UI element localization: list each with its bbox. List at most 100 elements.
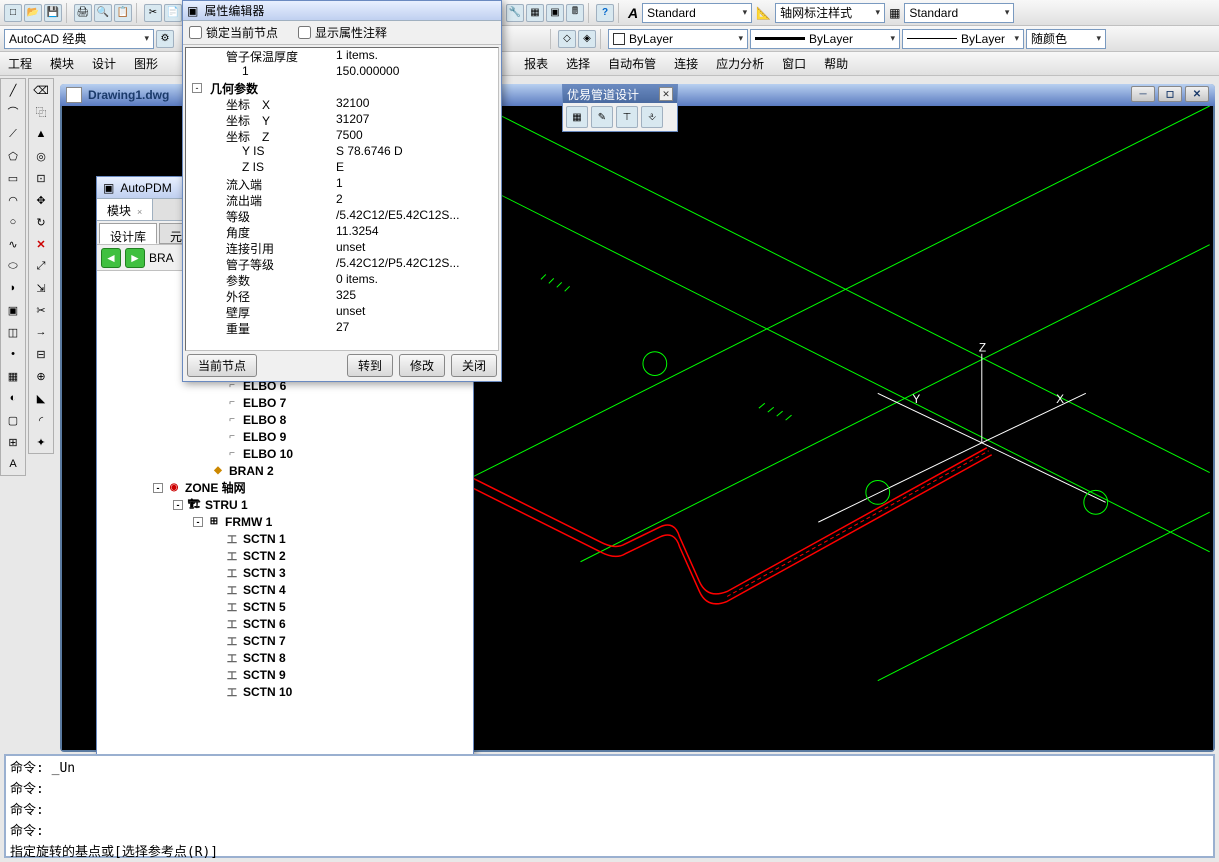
ellarc-tool[interactable]: ◗ — [1, 277, 25, 299]
explode-tool[interactable]: ✦ — [29, 431, 53, 453]
extend-tool[interactable]: → — [29, 321, 53, 343]
menu-graphic[interactable]: 图形 — [134, 55, 158, 72]
prop-titlebar[interactable]: ▣ 属性编辑器 — [183, 1, 501, 21]
prop-value[interactable]: 31207 — [336, 112, 498, 128]
modify-button[interactable]: 修改 — [399, 354, 445, 377]
copy-tool[interactable]: ⿻ — [29, 101, 53, 123]
pline-tool[interactable]: ⟋ — [1, 123, 25, 145]
arc2-tool[interactable]: ◠ — [1, 189, 25, 211]
prop-value[interactable]: 27 — [336, 320, 498, 336]
tree-toggle[interactable]: - — [193, 517, 203, 527]
tree-item[interactable]: ELBO 8 — [243, 413, 286, 427]
hatch-tool[interactable]: ▦ — [1, 365, 25, 387]
menu-help[interactable]: 帮助 — [824, 55, 848, 72]
offset-tool[interactable]: ◎ — [29, 145, 53, 167]
menu-report[interactable]: 报表 — [524, 55, 548, 72]
polygon-tool[interactable]: ⬠ — [1, 145, 25, 167]
grad-tool[interactable]: ◐ — [1, 387, 25, 409]
minimize-button[interactable]: ─ — [1131, 86, 1155, 102]
scale-tool[interactable]: ⤢ — [29, 255, 53, 277]
tree-item[interactable]: SCTN 4 — [243, 583, 286, 597]
plot-icon[interactable]: 📋 — [114, 4, 132, 22]
subtab-design-lib[interactable]: 设计库 — [99, 223, 157, 244]
float-toolbar-title[interactable]: 优易管道设计 ✕ — [563, 85, 677, 103]
float-close-button[interactable]: ✕ — [659, 87, 673, 101]
pipe-tool-4[interactable]: ⎀ — [641, 106, 663, 128]
menu-select[interactable]: 选择 — [566, 55, 590, 72]
array-tool[interactable]: ⊡ — [29, 167, 53, 189]
pipe-tool-1[interactable]: ▦ — [566, 106, 588, 128]
move-tool[interactable]: ✥ — [29, 189, 53, 211]
tree-item[interactable]: ELBO 10 — [243, 447, 293, 461]
prop-value[interactable]: unset — [336, 304, 498, 320]
delete-tool[interactable]: ✕ — [29, 233, 53, 255]
menu-design[interactable]: 设计 — [92, 55, 116, 72]
help-icon[interactable]: ? — [596, 4, 614, 22]
prop-value[interactable]: 11.3254 — [336, 224, 498, 240]
autopdm-tab-module[interactable]: 模块× — [97, 199, 153, 220]
close-button[interactable]: ✕ — [1185, 86, 1209, 102]
layers-icon[interactable]: ◇ — [558, 30, 576, 48]
prop-group-toggle[interactable]: - — [192, 83, 202, 93]
rect-tool[interactable]: ▭ — [1, 167, 25, 189]
tree-item[interactable]: ELBO 7 — [243, 396, 286, 410]
layer-color-dropdown[interactable]: ByLayer — [608, 29, 748, 49]
tree-item[interactable]: SCTN 1 — [243, 532, 286, 546]
stretch-tool[interactable]: ⇲ — [29, 277, 53, 299]
layers2-icon[interactable]: ◈ — [578, 30, 596, 48]
prop-value[interactable]: unset — [336, 240, 498, 256]
prop-value[interactable]: 325 — [336, 288, 498, 304]
dim-style-dropdown[interactable]: 轴网标注样式 — [775, 3, 885, 23]
prop-value[interactable]: S 78.6746 D — [336, 144, 498, 160]
prop-value[interactable]: 2 — [336, 192, 498, 208]
save-icon[interactable]: 💾 — [44, 4, 62, 22]
menu-connect[interactable]: 连接 — [674, 55, 698, 72]
fillet-tool[interactable]: ◜ — [29, 409, 53, 431]
menu-window[interactable]: 窗口 — [782, 55, 806, 72]
circle-tool[interactable]: ○ — [1, 211, 25, 233]
prop-value[interactable]: E — [336, 160, 498, 176]
join-tool[interactable]: ⊕ — [29, 365, 53, 387]
tree-item[interactable]: SCTN 2 — [243, 549, 286, 563]
prop-value[interactable]: 32100 — [336, 96, 498, 112]
block-icon[interactable]: ▣ — [546, 4, 564, 22]
new-icon[interactable]: □ — [4, 4, 22, 22]
menu-autopipe[interactable]: 自动布管 — [608, 55, 656, 72]
tree-item[interactable]: SCTN 9 — [243, 668, 286, 682]
tree-zone[interactable]: ZONE 轴网 — [185, 479, 246, 496]
prop-value[interactable]: /5.42C12/E5.42C12S... — [336, 208, 498, 224]
insert-tool[interactable]: ▣ — [1, 299, 25, 321]
tree-item[interactable]: ELBO 9 — [243, 430, 286, 444]
prop-value[interactable]: 0 items. — [336, 272, 498, 288]
tree-toggle[interactable]: - — [173, 500, 183, 510]
tree-item[interactable]: SCTN 8 — [243, 651, 286, 665]
lineweight-dropdown[interactable]: ByLayer — [902, 29, 1024, 49]
prop-value[interactable]: 7500 — [336, 128, 498, 144]
erase-tool[interactable]: ⌫ — [29, 79, 53, 101]
menu-project[interactable]: 工程 — [8, 55, 32, 72]
spline-tool[interactable]: ∿ — [1, 233, 25, 255]
tree-frmw[interactable]: FRMW 1 — [225, 515, 272, 529]
maximize-button[interactable]: ◻ — [1158, 86, 1182, 102]
text-style-dropdown[interactable]: Standard — [642, 3, 752, 23]
break-tool[interactable]: ⊟ — [29, 343, 53, 365]
preview-icon[interactable]: 🔍 — [94, 4, 112, 22]
open-icon[interactable]: 📂 — [24, 4, 42, 22]
goto-button[interactable]: 转到 — [347, 354, 393, 377]
prop-value[interactable]: 1 items. — [336, 48, 498, 64]
line-tool[interactable]: ╱ — [1, 79, 25, 101]
tab-close-icon[interactable]: × — [137, 207, 142, 217]
arc-tool[interactable]: ⌒ — [1, 101, 25, 123]
chamfer-tool[interactable]: ◣ — [29, 387, 53, 409]
prop-value[interactable]: 150.000000 — [336, 64, 498, 80]
pipe-tool-2[interactable]: ✎ — [591, 106, 613, 128]
rotate-tool[interactable]: ↻ — [29, 211, 53, 233]
pipe-tool-3[interactable]: ⊤ — [616, 106, 638, 128]
nav-fwd-button[interactable]: ► — [125, 248, 145, 268]
calc-icon[interactable]: 🖩 — [566, 4, 584, 22]
linetype-dropdown[interactable]: ByLayer — [750, 29, 900, 49]
gear-icon[interactable]: ⚙ — [156, 30, 174, 48]
tree-item[interactable]: SCTN 6 — [243, 617, 286, 631]
block-tool[interactable]: ◫ — [1, 321, 25, 343]
menu-stress[interactable]: 应力分析 — [716, 55, 764, 72]
